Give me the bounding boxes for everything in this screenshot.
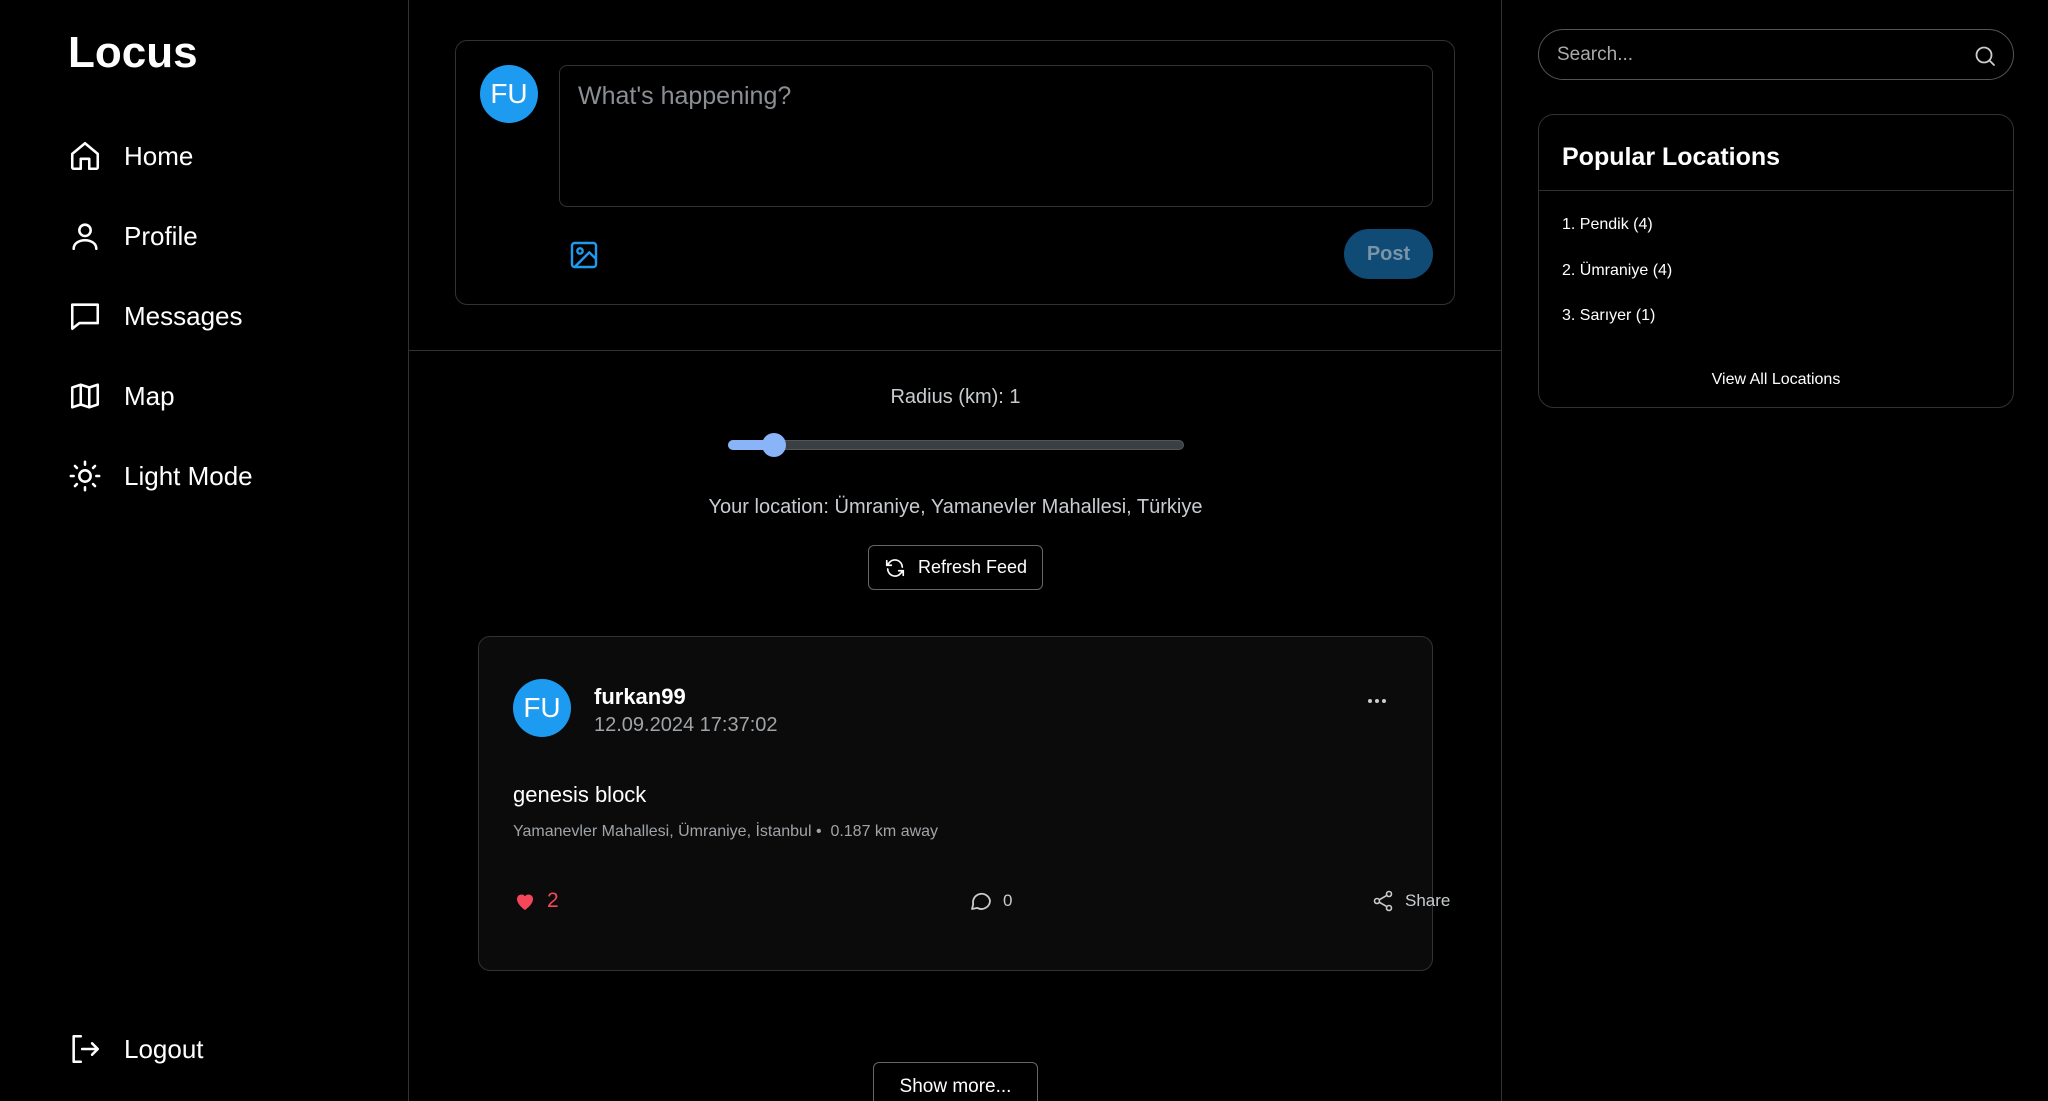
post-card[interactable]: FU furkan99 12.09.2024 17:37:02 genesis … xyxy=(478,636,1450,971)
more-options-icon[interactable] xyxy=(1363,693,1391,709)
post-place[interactable]: Yamanevler Mahallesi, Ümraniye, İstanbul… xyxy=(513,823,822,840)
slider-thumb[interactable] xyxy=(761,433,786,457)
post-location-meta: Yamanevler Mahallesi, Ümraniye, İstanbul… xyxy=(513,823,938,841)
refresh-icon xyxy=(885,558,905,577)
search-input[interactable] xyxy=(1557,42,1957,68)
nav-messages-label: Messages xyxy=(124,300,243,331)
nav-light-mode-label: Light Mode xyxy=(124,460,253,491)
logout-button[interactable]: Logout xyxy=(68,1025,204,1073)
left-sidebar: Locus Home Profile Messages Map Light Mo… xyxy=(0,0,409,1101)
nav-light-mode[interactable]: Light Mode xyxy=(68,452,253,500)
nav-profile-label: Profile xyxy=(124,220,198,251)
like-button[interactable]: 2 xyxy=(513,889,559,913)
popular-divider xyxy=(1539,190,2013,191)
main-feed: FU Post Radius (km): 1 Your location: Üm… xyxy=(409,0,1502,1101)
nav-map[interactable]: Map xyxy=(68,372,253,420)
composer-input[interactable] xyxy=(559,65,1433,207)
search-box[interactable] xyxy=(1538,29,2014,80)
popular-locations-panel: Popular Locations 1. Pendik (4) 2. Ümran… xyxy=(1538,114,2014,408)
main-nav: Home Profile Messages Map Light Mode xyxy=(68,132,253,532)
post-avatar[interactable]: FU xyxy=(513,679,571,737)
radius-label: Radius (km): 1 xyxy=(890,386,1021,408)
popular-location-item[interactable]: 3. Sarıyer (1) xyxy=(1562,307,1655,325)
logout-icon xyxy=(72,1034,100,1064)
radius-slider[interactable] xyxy=(728,433,1184,457)
post-text: genesis block xyxy=(513,782,647,807)
comment-icon xyxy=(971,892,991,910)
composer-avatar[interactable]: FU xyxy=(480,65,538,123)
show-more-button[interactable]: Show more... xyxy=(873,1062,1038,1101)
heart-icon xyxy=(517,894,533,910)
post-button[interactable]: Post xyxy=(1344,229,1433,279)
app-root: Locus Home Profile Messages Map Light Mo… xyxy=(0,0,2048,1101)
image-upload-icon[interactable] xyxy=(568,239,600,271)
current-location: Your location: Ümraniye, Yamanevler Maha… xyxy=(708,496,1203,518)
post-username[interactable]: furkan99 xyxy=(594,684,686,710)
app-logo[interactable]: Locus xyxy=(68,28,198,78)
comment-count: 0 xyxy=(1003,891,1013,910)
nav-messages[interactable]: Messages xyxy=(68,292,253,340)
user-icon xyxy=(72,223,98,251)
popular-locations-title: Popular Locations xyxy=(1562,143,1781,171)
post-timestamp: 12.09.2024 17:37:02 xyxy=(594,714,778,736)
share-label: Share xyxy=(1405,891,1451,910)
refresh-feed-button[interactable]: Refresh Feed xyxy=(868,545,1043,590)
logout-label: Logout xyxy=(124,1033,204,1064)
like-count: 2 xyxy=(547,889,559,912)
post-distance: 0.187 km away xyxy=(830,823,939,840)
message-icon xyxy=(70,303,100,331)
nav-home-label: Home xyxy=(124,140,194,171)
post-composer: FU Post xyxy=(455,40,1455,305)
comment-button[interactable]: 0 xyxy=(969,889,1012,913)
nav-home[interactable]: Home xyxy=(68,132,253,180)
share-button[interactable]: Share xyxy=(1371,889,1450,913)
map-icon xyxy=(70,383,100,409)
slider-track[interactable] xyxy=(728,440,1184,450)
search-icon[interactable] xyxy=(1973,44,1997,68)
popular-location-item[interactable]: 2. Ümraniye (4) xyxy=(1562,262,1672,280)
composer-divider xyxy=(409,350,1502,351)
nav-profile[interactable]: Profile xyxy=(68,212,253,260)
nav-map-label: Map xyxy=(124,380,175,411)
view-all-locations-link[interactable]: View All Locations xyxy=(1539,371,2013,389)
popular-location-item[interactable]: 1. Pendik (4) xyxy=(1562,216,1653,234)
share-icon xyxy=(1373,890,1393,912)
sun-icon xyxy=(69,460,101,492)
home-icon xyxy=(70,141,100,171)
refresh-feed-label: Refresh Feed xyxy=(917,557,1028,577)
